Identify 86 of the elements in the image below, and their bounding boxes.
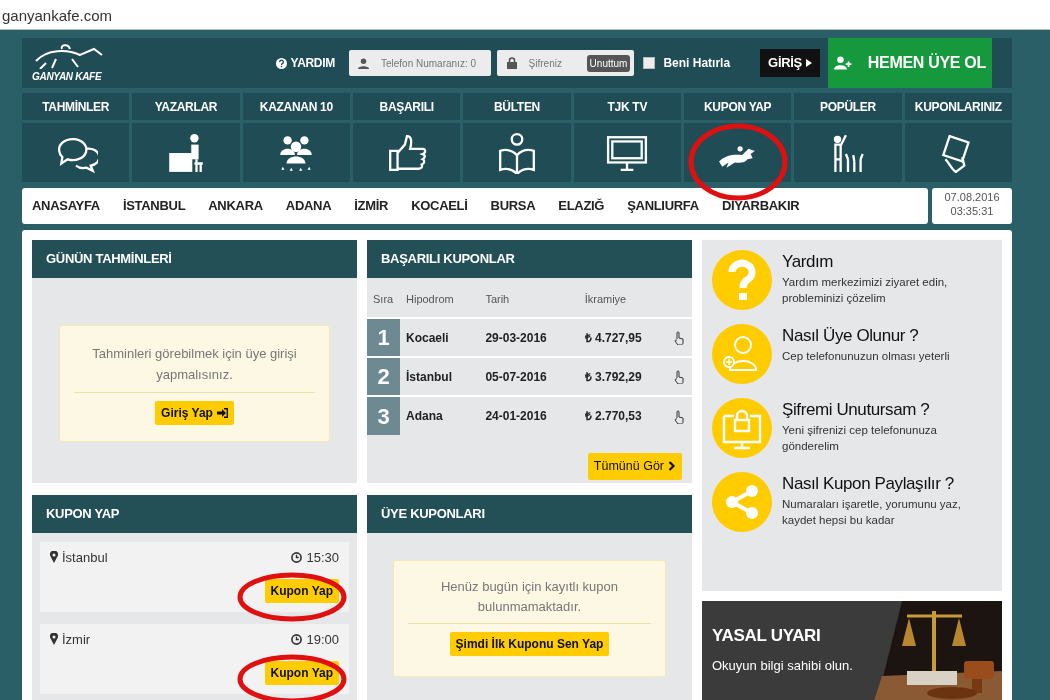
nav-tab[interactable]: TJK TV <box>573 93 681 120</box>
legal-banner[interactable]: YASAL UYARI Okuyun bilgi sahibi olun. <box>702 600 1002 700</box>
chevron-right-icon <box>668 461 676 472</box>
table-cell: Kocaeli <box>400 318 480 357</box>
coupon-button[interactable]: Kupon Yap <box>264 579 339 604</box>
table-cell: 05-07-2016 <box>479 357 579 396</box>
url-text: ganyankafe.com <box>2 7 113 24</box>
remember-checkbox[interactable]: Beni Hatırla <box>643 54 731 72</box>
city-link[interactable]: ANKARA <box>208 196 263 216</box>
user-icon <box>358 57 370 69</box>
city-link[interactable]: DİYARBAKIR <box>721 196 800 216</box>
logo-text: GANYAN KAFE <box>32 69 102 84</box>
rank-cell: 3 <box>367 396 400 435</box>
date-time-box: 07.08.2016 03:35:31 <box>932 188 1012 224</box>
race-time: 19:00 <box>306 630 339 649</box>
help-text: Cep telefonunuzun olması yeterli <box>782 349 950 365</box>
city-link[interactable]: İSTANBUL <box>122 196 186 216</box>
table-cell: Adana <box>400 396 480 435</box>
column-header: Hipodrom <box>400 282 480 318</box>
city-name: İzmir <box>62 630 91 649</box>
help-link[interactable]: YARDIM <box>275 54 335 72</box>
address-bar[interactable]: ganyankafe.com <box>0 0 1050 30</box>
help-text: Yeni şifrenizi cep telefonunuza gönderelim <box>782 423 938 454</box>
help-title[interactable]: Şifremi Unutursam ? <box>782 400 992 421</box>
clock-icon <box>291 633 303 645</box>
city-name: İstanbul <box>62 548 108 567</box>
nav-tab[interactable]: BÜLTEN <box>463 93 571 120</box>
city-link[interactable]: ŞANLIURFA <box>627 196 699 216</box>
phone-field[interactable]: Telefon Numaranız: 0 <box>378 50 491 76</box>
help-title[interactable]: Nasıl Üye Olunur ? <box>782 326 950 347</box>
create-coupon-button[interactable]: Şimdi İlk Kuponu Sen Yap <box>449 631 610 656</box>
help-text: Numaraları işaretle, yorumunu yaz, kaydet hepsi bu kadar <box>782 497 962 528</box>
rank-cell: 1 <box>367 318 400 357</box>
city-link[interactable]: ELAZIĞ <box>558 196 605 216</box>
logo[interactable]: GANYAN KAFE <box>32 42 108 84</box>
race-time: 15:30 <box>306 548 339 567</box>
nav-tab[interactable]: YAZARLAR <box>132 93 240 120</box>
panel-title: KUPON YAP <box>32 494 357 533</box>
column-header: Sıra <box>367 282 400 318</box>
city-link[interactable]: BURSA <box>490 196 536 216</box>
map-pin-icon <box>50 633 58 646</box>
nav-tab[interactable]: BAŞARILI <box>353 93 461 120</box>
clock-icon <box>291 551 303 563</box>
city-link[interactable]: ANASAYFA <box>32 196 100 216</box>
table-cell: İstanbul <box>400 357 480 396</box>
phone-box[interactable]: Telefon Numaranız: 0 <box>348 50 491 76</box>
panel-title: GÜNÜN TAHMİNLERİ <box>32 240 357 278</box>
legal-title: YASAL UYARI <box>712 624 821 647</box>
table-cell: 24-01-2016 <box>479 396 579 435</box>
table-cell: ₺ 4.727,95 <box>578 318 672 357</box>
city-link[interactable]: KOCAELİ <box>411 196 468 216</box>
signup-button[interactable]: HEMEN ÜYE OL <box>828 38 992 88</box>
login-button[interactable]: GİRİŞ <box>760 49 820 77</box>
table-cell: 29-03-2016 <box>479 318 579 357</box>
password-field[interactable]: Şifreniz <box>526 50 587 76</box>
panel-title: ÜYE KUPONLARI <box>367 494 692 533</box>
note-text: Henüz bugün için kayıtlı kupon bulunmamaktadır. <box>408 576 651 624</box>
sign-in-icon <box>216 407 228 418</box>
nav-tab[interactable]: POPÜLER <box>794 93 902 120</box>
caret-icon <box>806 59 812 67</box>
help-title[interactable]: Yardım <box>782 252 992 273</box>
password-box[interactable]: Şifreniz Unuttum <box>496 50 635 76</box>
rank-cell: 2 <box>367 357 400 396</box>
legal-text: Okuyun bilgi sahibi olun. <box>712 657 853 676</box>
city-link[interactable]: İZMİR <box>354 196 389 216</box>
note-text: Tahminleri görebilmek için üye girişi yapmalısınız. <box>74 344 315 393</box>
login-button[interactable]: Giriş Yap <box>155 400 234 425</box>
lock-icon <box>506 57 517 69</box>
nav-tab[interactable]: TAHMİNLER <box>22 93 130 120</box>
city-link[interactable]: ADANA <box>285 196 332 216</box>
table-cell: ₺ 2.770,53 <box>578 396 672 435</box>
table-cell: ₺ 3.792,29 <box>578 357 672 396</box>
column-header: Tarih <box>479 282 579 318</box>
column-header: İkramiye <box>578 282 672 318</box>
nav-tab[interactable]: KUPON YAP <box>684 93 792 120</box>
help-text: Yardım merkezimizi ziyaret edin, probleminizi çözelim <box>782 275 949 306</box>
help-icon <box>275 57 287 69</box>
map-pin-icon <box>50 551 58 564</box>
add-user-icon <box>834 55 852 71</box>
panel-title: BAŞARILI KUPONLAR <box>367 240 692 278</box>
forgot-button[interactable]: Unuttum <box>586 54 631 72</box>
view-all-button[interactable]: Tümünü Gör <box>587 453 682 480</box>
coupon-button[interactable]: Kupon Yap <box>264 661 339 686</box>
nav-tab[interactable]: KAZANAN 10 <box>242 93 350 120</box>
help-title[interactable]: Nasıl Kupon Paylaşılır ? <box>782 474 992 495</box>
nav-tab[interactable]: KUPONLARINIZ <box>904 93 1012 120</box>
